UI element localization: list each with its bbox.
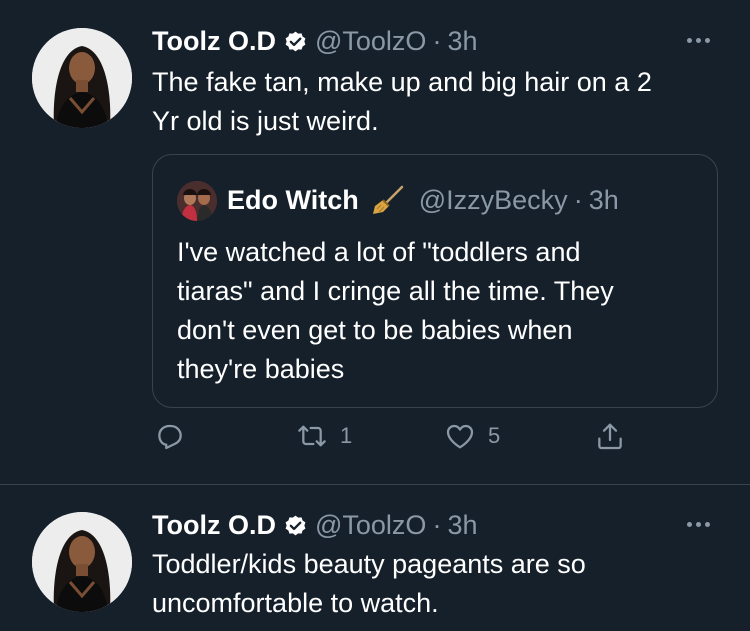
quote-text-line: tiaras" and I cringe all the time. They <box>177 276 614 306</box>
broom-icon <box>371 185 405 215</box>
tweet-header: Toolz O.D @ToolzO · 3h <box>152 24 477 58</box>
separator-dot: · <box>432 510 442 540</box>
tweet-actions: 1 5 <box>152 420 632 460</box>
reply-icon <box>158 424 182 450</box>
tweet[interactable]: Toolz O.D @ToolzO · 3h The fake tan, mak… <box>0 0 750 485</box>
retweet-icon <box>298 425 326 447</box>
quote-avatar[interactable] <box>177 181 217 221</box>
timestamp[interactable]: 3h <box>447 24 477 58</box>
tweet-text: Toddler/kids beauty pageants are so unco… <box>152 545 722 623</box>
timestamp[interactable]: 3h <box>447 508 477 542</box>
tweet-text: The fake tan, make up and big hair on a … <box>152 63 722 141</box>
avatar-image <box>32 28 132 128</box>
quote-author-handle[interactable]: @IzzyBecky <box>419 183 568 217</box>
retweet-button[interactable]: 1 <box>296 420 352 452</box>
more-options-icon[interactable] <box>687 522 710 527</box>
verified-badge-icon <box>283 29 308 54</box>
tweet-text-line: Yr old is just weird. <box>152 106 379 136</box>
quote-header: Edo Witch @IzzyBecky · 3h <box>227 183 619 217</box>
share-button[interactable] <box>594 420 626 452</box>
verified-badge-icon <box>283 513 308 538</box>
tweet-text-line: The fake tan, make up and big hair on a … <box>152 67 652 97</box>
more-options-icon[interactable] <box>687 38 710 43</box>
tweet[interactable]: Toolz O.D @ToolzO · 3h Toddler/kids beau… <box>0 486 750 631</box>
like-count: 5 <box>488 423 501 448</box>
author-name[interactable]: Toolz O.D <box>152 24 276 58</box>
quote-timestamp[interactable]: 3h <box>589 183 619 217</box>
like-button[interactable]: 5 <box>444 420 500 452</box>
avatar-image <box>32 512 132 612</box>
quoted-tweet[interactable]: Edo Witch @IzzyBecky · 3h I've watched a… <box>152 154 718 408</box>
avatar[interactable] <box>32 28 132 128</box>
quote-avatar-image <box>177 181 217 221</box>
author-handle[interactable]: @ToolzO <box>315 508 426 542</box>
separator-dot: · <box>573 185 583 215</box>
quote-text-line: they're babies <box>177 354 345 384</box>
tweet-text-line: uncomfortable to watch. <box>152 588 439 618</box>
share-icon <box>598 423 622 450</box>
heart-icon <box>446 424 474 449</box>
retweet-count: 1 <box>340 423 353 448</box>
author-name[interactable]: Toolz O.D <box>152 508 276 542</box>
quote-text-line: I've watched a lot of "toddlers and <box>177 237 581 267</box>
separator-dot: · <box>432 26 442 56</box>
tweet-header: Toolz O.D @ToolzO · 3h <box>152 508 477 542</box>
reply-button[interactable] <box>154 420 198 452</box>
quote-author-name[interactable]: Edo Witch <box>227 183 359 217</box>
quote-text: I've watched a lot of "toddlers and tiar… <box>177 233 697 389</box>
author-handle[interactable]: @ToolzO <box>315 24 426 58</box>
quote-text-line: don't even get to be babies when <box>177 315 573 345</box>
avatar[interactable] <box>32 512 132 612</box>
tweet-text-line: Toddler/kids beauty pageants are so <box>152 549 586 579</box>
